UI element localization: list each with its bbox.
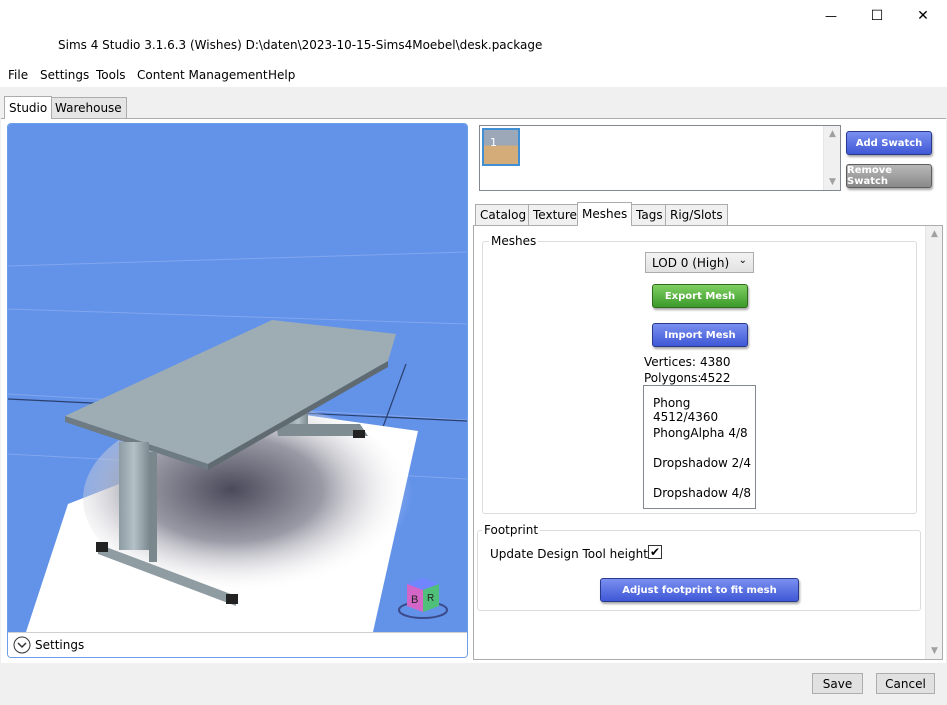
lod-select-value: LOD 0 (High) [652, 256, 730, 270]
window-title: Sims 4 Studio 3.1.6.3 (Wishes) D:\daten\… [58, 38, 543, 52]
polygons-label: Polygons: [644, 371, 702, 385]
add-swatch-button[interactable]: Add Swatch [846, 131, 932, 155]
tab-texture[interactable]: Texture [528, 204, 582, 225]
lod-select[interactable]: LOD 0 (High) ⌄ [645, 252, 754, 273]
update-design-tool-checkbox[interactable]: ✔ [648, 545, 662, 559]
scroll-down-icon[interactable]: ▼ [824, 177, 841, 187]
scroll-up-icon[interactable]: ▲ [824, 129, 841, 139]
desk-render [8, 251, 467, 633]
menu-bar: File Settings Tools Content Management H… [0, 63, 947, 87]
viewport-settings-toggle[interactable]: Settings [8, 632, 467, 657]
check-icon: ✔ [649, 545, 661, 559]
footprint-group-title: Footprint [482, 523, 541, 537]
import-mesh-button[interactable]: Import Mesh [652, 323, 748, 347]
swatch-item[interactable]: 1 [482, 128, 520, 166]
swatch-scrollbar[interactable]: ▲ ▼ [823, 126, 840, 190]
close-button[interactable]: ✕ [900, 4, 946, 28]
tab-tags[interactable]: Tags [631, 204, 668, 225]
adjust-footprint-button[interactable]: Adjust footprint to fit mesh [600, 578, 799, 602]
update-design-tool-label: Update Design Tool height [490, 547, 648, 561]
cancel-button[interactable]: Cancel [876, 673, 935, 694]
minimize-button[interactable]: — [808, 4, 854, 28]
minimize-icon: — [825, 9, 837, 23]
tab-meshes[interactable]: Meshes [577, 202, 633, 226]
menu-content-management[interactable]: Content Management [137, 68, 268, 82]
chevron-down-icon: ⌄ [738, 255, 747, 266]
close-icon: ✕ [917, 8, 929, 24]
swatch-number: 1 [490, 136, 497, 149]
viewport-settings-label: Settings [35, 638, 85, 652]
tab-warehouse[interactable]: Warehouse [50, 97, 127, 119]
tab-studio[interactable]: Studio [4, 96, 53, 119]
menu-tools[interactable]: Tools [96, 68, 126, 82]
viewport-frame: B R Settings [7, 123, 468, 658]
vertices-value: 4380 [700, 355, 731, 369]
maximize-icon: ☐ [870, 8, 884, 24]
cube-label-b: B [411, 594, 418, 606]
menu-help[interactable]: Help [268, 68, 295, 82]
swatch-list[interactable]: 1 ▲ ▼ [479, 125, 841, 191]
title-bar: Sims 4 Studio 3.1.6.3 (Wishes) D:\daten\… [0, 0, 947, 63]
cube-label-r: R [427, 593, 434, 604]
meshes-scrollbar[interactable]: ▲ ▼ [925, 226, 942, 659]
maximize-button[interactable]: ☐ [854, 4, 900, 28]
remove-swatch-button[interactable]: Remove Swatch [846, 164, 932, 188]
tab-rig-slots[interactable]: Rig/Slots [665, 204, 728, 225]
tab-catalog[interactable]: Catalog [475, 204, 532, 225]
menu-file[interactable]: File [8, 68, 28, 82]
list-item[interactable]: PhongAlpha 4/8 [653, 426, 748, 440]
list-item[interactable]: Dropshadow 4/8 [653, 486, 751, 500]
meshes-group-title: Meshes [489, 234, 539, 248]
polygons-value: 4522 [700, 371, 731, 385]
expand-circle-icon [13, 636, 31, 654]
mesh-group-list[interactable]: Phong 4512/4360 PhongAlpha 4/8 Dropshado… [643, 385, 756, 509]
3d-viewport[interactable]: B R [8, 124, 467, 633]
menu-settings[interactable]: Settings [40, 68, 89, 82]
scroll-up-icon[interactable]: ▲ [926, 229, 943, 239]
orientation-cube-icon[interactable]: B R [395, 568, 451, 624]
scroll-down-icon[interactable]: ▼ [926, 646, 943, 656]
export-mesh-button[interactable]: Export Mesh [652, 284, 748, 308]
vertices-label: Vertices: [644, 355, 696, 369]
list-item[interactable]: Dropshadow 2/4 [653, 456, 751, 470]
list-item[interactable]: Phong 4512/4360 [653, 396, 755, 424]
save-button[interactable]: Save [812, 673, 863, 694]
